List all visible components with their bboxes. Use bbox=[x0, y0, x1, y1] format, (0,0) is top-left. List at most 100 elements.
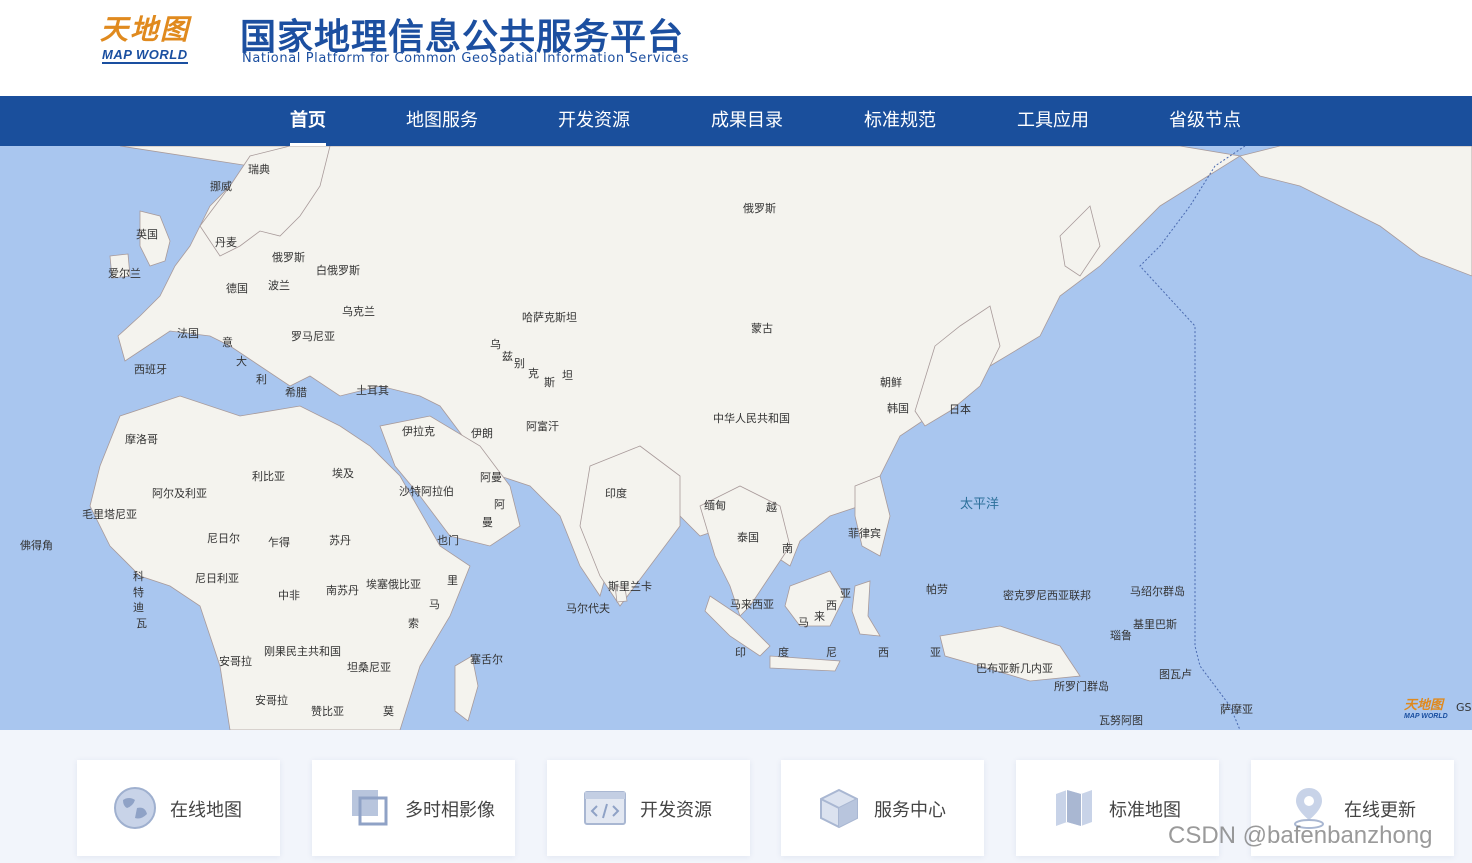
site-header: 天地图 MAP WORLD 国家地理信息公共服务平台 National Plat… bbox=[0, 0, 1472, 96]
map-label: 阿富汗 bbox=[526, 420, 559, 433]
nav-item-provincial-nodes[interactable]: 省级节点 bbox=[1169, 96, 1241, 146]
map-label: 克 bbox=[528, 367, 539, 380]
map-label: 刚果民主共和国 bbox=[264, 645, 341, 658]
map-label: 赞比亚 bbox=[311, 705, 344, 718]
map-label: 阿曼 bbox=[480, 471, 502, 484]
map-label: 马 bbox=[429, 598, 440, 611]
world-map[interactable]: 瑞典 挪威 英国 丹麦 爱尔兰 俄罗斯 白俄罗斯 波兰 德国 乌克兰 法国 意 … bbox=[0, 146, 1472, 730]
map-label: 乌克兰 bbox=[342, 305, 375, 318]
card-label: 多时相影像 bbox=[405, 800, 495, 821]
map-label: 白俄罗斯 bbox=[316, 264, 360, 277]
map-label: 马来西亚 bbox=[730, 598, 774, 611]
card-label: 开发资源 bbox=[640, 800, 712, 821]
map-label: 意 bbox=[222, 336, 233, 349]
map-label: 尼日尔 bbox=[207, 532, 240, 545]
map-label: 也门 bbox=[437, 534, 459, 547]
map-label: 图瓦卢 bbox=[1159, 668, 1192, 681]
globe-icon bbox=[114, 787, 156, 829]
map-label: 缅甸 bbox=[704, 499, 726, 512]
map-label: 亚 bbox=[930, 646, 941, 659]
card-label: 在线地图 bbox=[170, 800, 242, 821]
map-label: 西 bbox=[826, 599, 837, 612]
nav-item-home[interactable]: 首页 bbox=[290, 96, 326, 146]
map-label: 瑙鲁 bbox=[1110, 629, 1132, 642]
map-label: 挪威 bbox=[210, 180, 232, 193]
map-label: 密克罗尼西亚联邦 bbox=[1003, 589, 1091, 602]
nav-item-tools[interactable]: 工具应用 bbox=[1017, 96, 1089, 146]
site-subtitle: National Platform for Common GeoSpatial … bbox=[242, 51, 690, 66]
map-label: 罗马尼亚 bbox=[291, 330, 335, 343]
ocean-label: 太平洋 bbox=[960, 497, 1000, 512]
map-watermark-logo: 天地图 MAP WORLD bbox=[1404, 694, 1448, 720]
map-label: 瑞典 bbox=[248, 163, 270, 176]
map-label: 尼日利亚 bbox=[195, 572, 239, 585]
map-label: 塞舌尔 bbox=[470, 653, 503, 666]
map-label: 朝鲜 bbox=[880, 376, 902, 389]
map-label: 中华人民共和国 bbox=[713, 412, 790, 425]
map-label: 巴布亚新几内亚 bbox=[976, 662, 1053, 675]
card-label: 在线更新 bbox=[1344, 800, 1416, 821]
map-label: 摩洛哥 bbox=[125, 433, 158, 446]
code-window-icon bbox=[584, 791, 626, 825]
map-label: 阿 bbox=[494, 498, 505, 511]
folded-map-icon bbox=[1056, 790, 1092, 826]
map-label: 苏丹 bbox=[329, 534, 351, 547]
nav-item-map-services[interactable]: 地图服务 bbox=[406, 96, 478, 146]
logo-en-text: MAP WORLD bbox=[102, 47, 188, 64]
map-label: 大 bbox=[236, 355, 247, 368]
logo-cn-text: 天地图 bbox=[100, 13, 191, 46]
card-online-map[interactable]: 在线地图 bbox=[77, 760, 280, 856]
nav-item-dev-resources[interactable]: 开发资源 bbox=[558, 96, 630, 146]
map-label: 南苏丹 bbox=[326, 584, 359, 597]
map-label: 索 bbox=[408, 617, 419, 630]
map-label: 里 bbox=[447, 574, 458, 587]
map-label: 安哥拉 bbox=[219, 655, 252, 668]
card-service-center[interactable]: 服务中心 bbox=[781, 760, 984, 856]
map-label: 马 bbox=[798, 616, 809, 629]
map-label: 坦桑尼亚 bbox=[347, 661, 391, 674]
csdn-watermark: CSDN @bafenbanzhong bbox=[1168, 822, 1433, 849]
map-label: 安哥拉 bbox=[255, 694, 288, 707]
card-multi-temporal-imagery[interactable]: 多时相影像 bbox=[312, 760, 515, 856]
map-label: 爱尔兰 bbox=[108, 267, 141, 280]
map-label: 印 bbox=[735, 646, 746, 659]
map-label: 伊拉克 bbox=[402, 425, 435, 438]
map-label: 乌 bbox=[490, 338, 501, 351]
map-label: 中非 bbox=[278, 589, 300, 602]
map-label: 菲律宾 bbox=[848, 527, 881, 540]
map-label: 韩国 bbox=[887, 402, 909, 415]
map-label: 俄罗斯 bbox=[272, 251, 305, 264]
map-logo-cn: 天地图 bbox=[1404, 698, 1444, 713]
map-label: 瓦 bbox=[136, 617, 147, 630]
map-label: 西班牙 bbox=[134, 363, 167, 376]
card-label: 标准地图 bbox=[1109, 800, 1181, 821]
cube-icon bbox=[820, 788, 858, 829]
map-label: 印度 bbox=[605, 487, 627, 500]
map-label: 埃塞俄比亚 bbox=[366, 578, 421, 591]
map-gs-label: GS bbox=[1456, 701, 1472, 714]
map-label: 特 bbox=[133, 586, 144, 599]
map-label: 俄罗斯 bbox=[743, 202, 776, 215]
map-label: 马尔代夫 bbox=[566, 602, 610, 615]
map-label: 萨摩亚 bbox=[1220, 703, 1253, 716]
card-label: 服务中心 bbox=[874, 800, 946, 821]
map-label: 哈萨克斯坦 bbox=[522, 311, 577, 324]
map-label: 土耳其 bbox=[356, 384, 389, 397]
map-label: 蒙古 bbox=[751, 322, 773, 335]
map-label: 利比亚 bbox=[252, 470, 285, 483]
map-label: 曼 bbox=[482, 516, 493, 529]
map-label: 兹 bbox=[502, 350, 513, 363]
layers-icon bbox=[352, 790, 388, 826]
map-label: 别 bbox=[514, 357, 525, 370]
map-label: 瓦努阿图 bbox=[1099, 714, 1143, 727]
nav-item-catalog[interactable]: 成果目录 bbox=[711, 96, 783, 146]
card-dev-resources[interactable]: 开发资源 bbox=[547, 760, 750, 856]
map-label: 斯 bbox=[544, 376, 555, 389]
map-label: 沙特阿拉伯 bbox=[399, 485, 454, 498]
map-label: 伊朗 bbox=[471, 427, 493, 440]
nav-item-standards[interactable]: 标准规范 bbox=[864, 96, 936, 146]
main-nav: 首页 地图服务 开发资源 成果目录 标准规范 工具应用 省级节点 bbox=[0, 96, 1472, 146]
tianditu-logo[interactable]: 天地图 MAP WORLD bbox=[100, 8, 212, 68]
map-label: 德国 bbox=[226, 282, 248, 295]
map-label: 丹麦 bbox=[215, 236, 237, 249]
